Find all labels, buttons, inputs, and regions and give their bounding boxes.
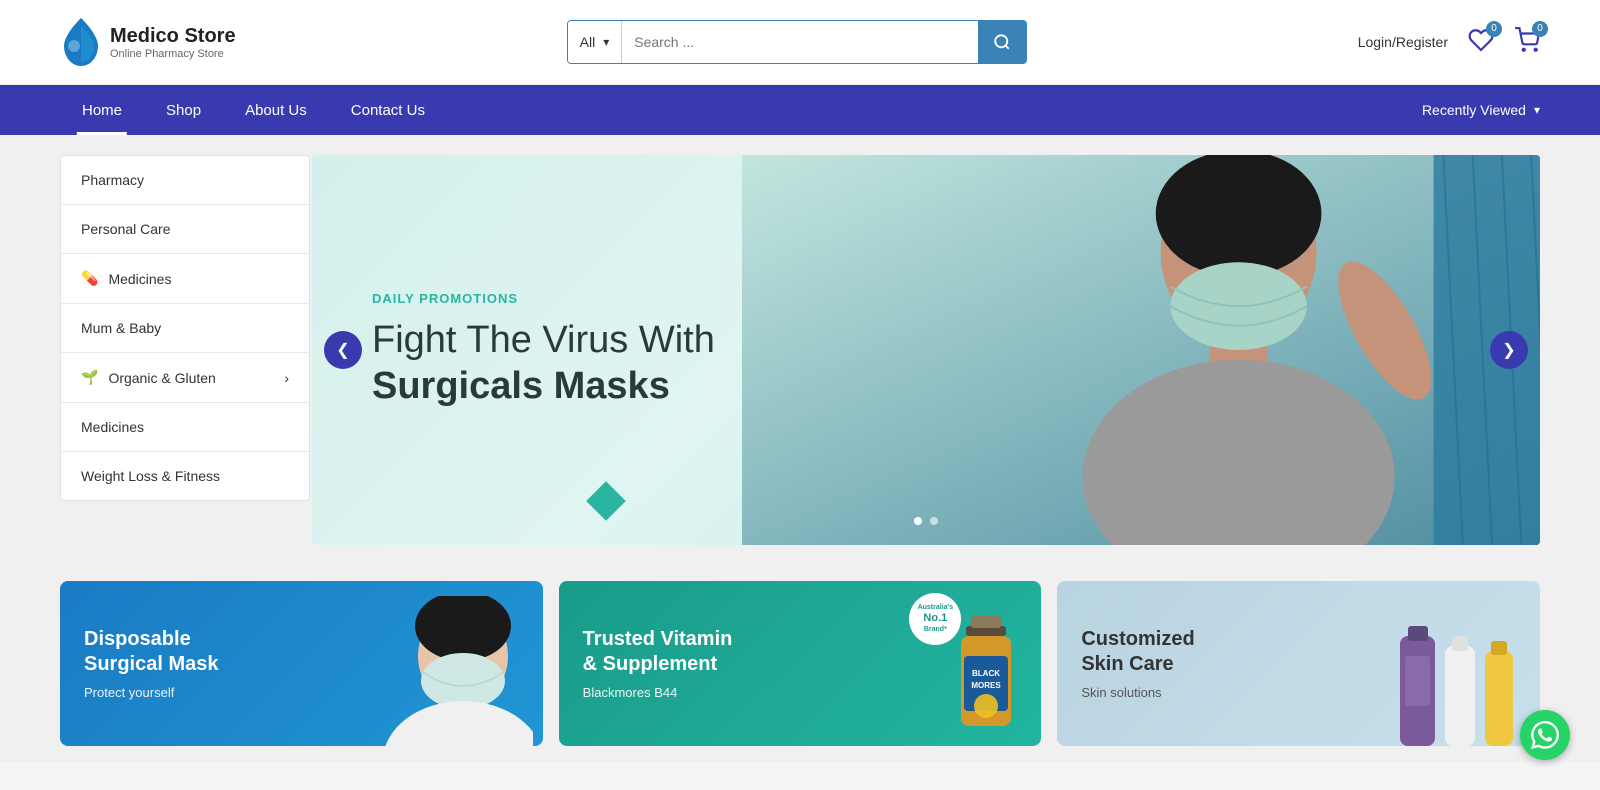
hero-promo-label: DAILY PROMOTIONS (372, 291, 518, 306)
sidebar-item-personal-care[interactable]: Personal Care (61, 205, 309, 254)
whatsapp-button[interactable] (1520, 710, 1570, 760)
promo-card-mask[interactable]: DisposableSurgical Mask Protect yourself (60, 581, 543, 746)
nav-link-contact[interactable]: Contact Us (329, 85, 447, 135)
whatsapp-icon (1531, 721, 1559, 749)
sidebar-label-medicines-2: Medicines (81, 419, 144, 435)
hero-overlay: DAILY PROMOTIONS Fight The Virus With Su… (312, 155, 1540, 545)
nav-link-home[interactable]: Home (60, 85, 144, 135)
logo-text: Medico Store Online Pharmacy Store (110, 25, 236, 60)
logo-subtitle: Online Pharmacy Store (110, 48, 236, 60)
sidebar-label-organic: Organic & Gluten (108, 370, 215, 386)
recently-viewed-dropdown[interactable]: Recently Viewed (1422, 102, 1540, 118)
logo-icon (60, 16, 102, 68)
sidebar-item-pharmacy[interactable]: Pharmacy (61, 156, 309, 205)
hero-title-line1: Fight The Virus With (372, 319, 715, 361)
organic-icon: 🌱 (81, 369, 98, 386)
sidebar: Pharmacy Personal Care 💊 Medicines Mum &… (60, 155, 310, 501)
top-bar: Medico Store Online Pharmacy Store All L… (0, 0, 1600, 85)
main-content: Pharmacy Personal Care 💊 Medicines Mum &… (0, 135, 1600, 565)
sidebar-label-mum-baby: Mum & Baby (81, 320, 161, 336)
promo-card-vitamin[interactable]: Trusted Vitamin& Supplement Blackmores B… (559, 581, 1042, 746)
svg-text:BLACK: BLACK (972, 669, 1000, 678)
no1-badge: Australia's No.1 Brand* (909, 593, 961, 645)
nav-link-shop[interactable]: Shop (144, 85, 223, 135)
sidebar-label-medicines: Medicines (108, 271, 171, 287)
sidebar-item-weight-loss[interactable]: Weight Loss & Fitness (61, 452, 309, 500)
hero-title: Fight The Virus With Surgicals Masks (372, 318, 715, 409)
slider-dot-1[interactable] (914, 517, 922, 525)
search-bar: All (567, 20, 1027, 64)
login-register-link[interactable]: Login/Register (1358, 34, 1448, 50)
search-icon (993, 33, 1011, 51)
search-input[interactable] (622, 21, 977, 63)
cart-count: 0 (1532, 21, 1548, 37)
wishlist-count: 0 (1486, 21, 1502, 37)
top-right: Login/Register 0 0 (1358, 27, 1540, 58)
slider-dot-2[interactable] (930, 517, 938, 525)
cart-icon-wrapper[interactable]: 0 (1514, 27, 1540, 58)
medicines-icon: 💊 (81, 270, 98, 287)
search-button[interactable] (978, 21, 1026, 63)
nav-links: Home Shop About Us Contact Us (60, 85, 447, 135)
logo-title: Medico Store (110, 25, 236, 48)
sidebar-label-pharmacy: Pharmacy (81, 172, 144, 188)
sidebar-item-organic-gluten[interactable]: 🌱 Organic & Gluten › (61, 353, 309, 403)
hero-slider: DAILY PROMOTIONS Fight The Virus With Su… (312, 155, 1540, 545)
slider-dots (914, 517, 938, 525)
nav-bar: Home Shop About Us Contact Us Recently V… (0, 85, 1600, 135)
svg-text:MORES: MORES (972, 681, 1002, 690)
promo-cards: DisposableSurgical Mask Protect yourself… (0, 565, 1600, 762)
sidebar-label-personal-care: Personal Care (81, 221, 171, 237)
chevron-right-icon: ❯ (1502, 340, 1515, 360)
search-category-dropdown[interactable]: All (568, 21, 623, 63)
sidebar-label-weight-loss: Weight Loss & Fitness (81, 468, 220, 484)
slider-prev-button[interactable]: ❮ (324, 331, 362, 369)
wishlist-icon-wrapper[interactable]: 0 (1468, 27, 1494, 58)
chevron-right-icon: › (284, 370, 289, 386)
sidebar-item-mum-baby[interactable]: Mum & Baby (61, 304, 309, 353)
chevron-left-icon: ❮ (336, 340, 349, 360)
sidebar-item-medicines[interactable]: 💊 Medicines (61, 254, 309, 304)
promo-card-skincare[interactable]: CustomizedSkin Care Skin solutions (1057, 581, 1540, 746)
nav-link-about[interactable]: About Us (223, 85, 329, 135)
hero-title-line2: Surgicals Masks (372, 365, 670, 407)
sidebar-item-medicines-2[interactable]: Medicines (61, 403, 309, 452)
logo[interactable]: Medico Store Online Pharmacy Store (60, 16, 236, 68)
slider-next-button[interactable]: ❯ (1490, 331, 1528, 369)
